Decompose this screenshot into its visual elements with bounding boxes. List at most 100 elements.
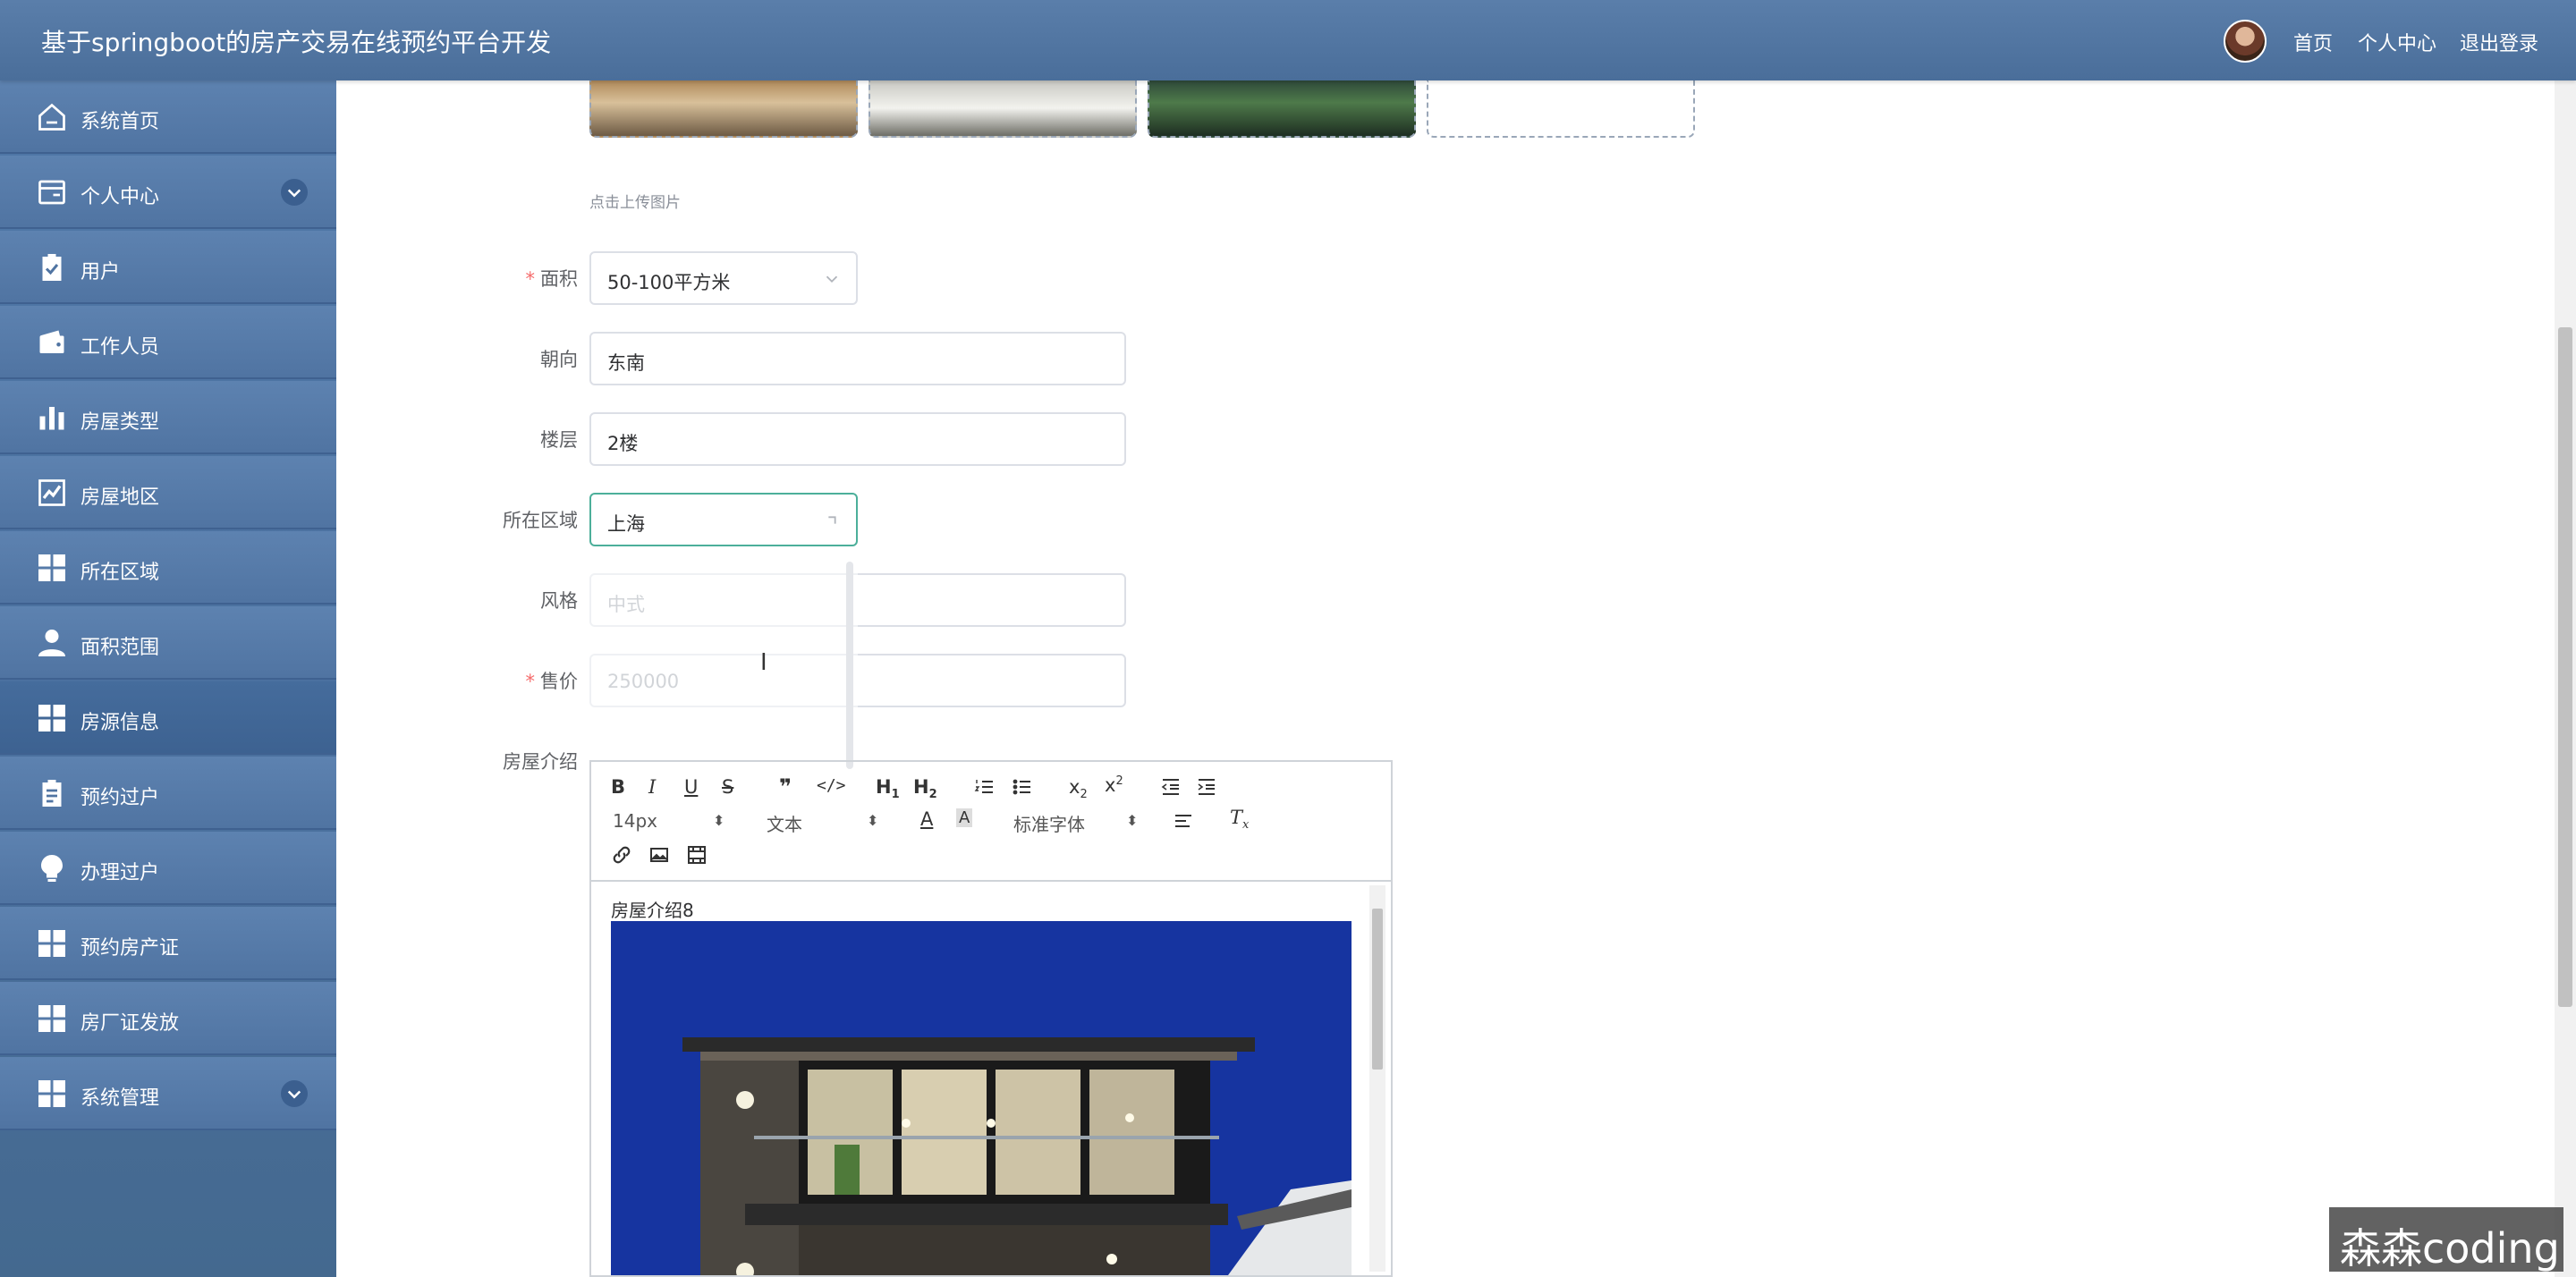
sidebar-item-label: 用户: [80, 261, 121, 283]
clipboard-icon: [36, 777, 68, 809]
font-size-select[interactable]: 14px ⬍: [613, 810, 724, 832]
sidebar-item-label: 预约过户: [80, 787, 160, 809]
heading2-button[interactable]: H2: [913, 776, 937, 801]
heading1-button[interactable]: H1: [876, 776, 900, 801]
sidebar-item-personal-center[interactable]: 个人中心: [0, 156, 336, 229]
floor-input[interactable]: 2楼: [589, 412, 1126, 466]
sidebar-item-label: 面积范围: [80, 637, 160, 659]
strikethrough-button[interactable]: S: [722, 776, 733, 798]
sidebar-item-label: 系统首页: [80, 111, 160, 133]
sidebar-item-label: 房屋类型: [80, 411, 160, 434]
sidebar-item-handle-transfer[interactable]: 办理过户: [0, 832, 336, 905]
area-select[interactable]: 50-100平方米: [589, 251, 858, 305]
subscript-button[interactable]: x2: [1069, 776, 1088, 801]
grid-icon: [36, 702, 68, 734]
user-icon: [36, 627, 68, 659]
sidebar-item-label: 房屋地区: [80, 486, 160, 509]
editor-content-area[interactable]: 房屋介绍8: [591, 882, 1391, 1275]
bold-button[interactable]: B: [611, 776, 625, 798]
underline-button[interactable]: U: [684, 776, 698, 798]
orientation-input[interactable]: 东南: [589, 332, 1126, 385]
sidebar-item-house-district[interactable]: 房屋地区: [0, 456, 336, 529]
grid-icon: [36, 1002, 68, 1035]
orientation-label: 朝向: [540, 349, 578, 370]
chevron-down-icon[interactable]: [281, 179, 308, 206]
font-family-select[interactable]: 标准字体 ⬍: [1013, 810, 1138, 836]
house-photo[interactable]: [611, 921, 1352, 1275]
region-label: 所在区域: [503, 510, 578, 531]
sidebar-item-staff[interactable]: 工作人员: [0, 306, 336, 379]
bulb-icon: [36, 852, 68, 884]
blockquote-icon[interactable]: ❞: [779, 774, 792, 799]
nav-profile-link[interactable]: 个人中心: [2358, 28, 2436, 56]
image-icon[interactable]: [648, 844, 670, 866]
outdent-icon[interactable]: [1160, 776, 1182, 798]
sidebar-item-label: 所在区域: [80, 562, 160, 584]
area-value: 50-100平方米: [607, 272, 731, 293]
sidebar-item-label: 预约房产证: [80, 937, 180, 960]
sidebar-item-book-certificate[interactable]: 预约房产证: [0, 907, 336, 980]
sidebar-item-book-transfer[interactable]: 预约过户: [0, 757, 336, 830]
region-value: 上海: [607, 513, 645, 535]
sidebar-item-system-management[interactable]: 系统管理: [0, 1057, 336, 1130]
region-select[interactable]: 上海: [589, 493, 858, 546]
sidebar-item-label: 工作人员: [80, 336, 160, 359]
clipboard-check-icon: [36, 251, 68, 283]
user-avatar[interactable]: [2224, 20, 2267, 63]
sidebar-item-region[interactable]: 所在区域: [0, 531, 336, 605]
ordered-list-icon[interactable]: [974, 776, 996, 798]
intro-label: 房屋介绍: [503, 751, 578, 773]
sidebar-item-label: 办理过户: [80, 862, 160, 884]
floor-value: 2楼: [607, 433, 639, 454]
dropdown-scrollbar[interactable]: [846, 562, 853, 769]
sidebar-item-home[interactable]: 系统首页: [0, 80, 336, 154]
uploaded-image-thumbnail[interactable]: [589, 80, 858, 138]
upload-image-button[interactable]: [1427, 80, 1695, 138]
sidebar-item-area-range[interactable]: 面积范围: [0, 606, 336, 680]
font-color-icon[interactable]: A: [920, 808, 933, 830]
bullet-list-icon[interactable]: [1012, 776, 1033, 798]
home-icon: [36, 101, 68, 133]
area-label: * 面积: [525, 268, 579, 290]
watermark: 森森coding: [2329, 1207, 2563, 1273]
video-icon[interactable]: [686, 844, 708, 866]
superscript-button[interactable]: x2: [1105, 774, 1123, 796]
text-type-select[interactable]: 文本 ⬍: [767, 810, 878, 836]
sidebar-item-certificate-issue[interactable]: 房厂证发放: [0, 982, 336, 1055]
upload-hint: 点击上传图片: [589, 194, 681, 212]
uploaded-image-thumbnail[interactable]: [869, 80, 1137, 138]
floor-label: 楼层: [540, 429, 578, 451]
bar-chart-icon: [36, 402, 68, 434]
price-label: * 售价: [525, 671, 579, 692]
grid-icon: [36, 1078, 68, 1110]
italic-button[interactable]: I: [648, 776, 656, 798]
grid-icon: [36, 552, 68, 584]
app-title: 基于springboot的房产交易在线预约平台开发: [41, 28, 552, 57]
sidebar-item-house-type[interactable]: 房屋类型: [0, 381, 336, 454]
background-color-icon[interactable]: A: [956, 808, 973, 827]
orientation-value: 东南: [607, 352, 645, 374]
nav-home-link[interactable]: 首页: [2293, 28, 2333, 56]
chevron-down-icon[interactable]: [281, 1080, 308, 1107]
uploaded-image-thumbnail[interactable]: [1148, 80, 1416, 138]
wallet-icon: [36, 326, 68, 359]
indent-icon[interactable]: [1196, 776, 1217, 798]
grid-icon: [36, 927, 68, 960]
nav-logout-link[interactable]: 退出登录: [2460, 28, 2538, 56]
rich-text-editor[interactable]: B I U S ❞ </> H1 H2 x2 x2 14px ⬍ 文本 ⬍ A A …: [589, 760, 1393, 1277]
code-icon[interactable]: </>: [817, 776, 846, 795]
sidebar-item-listings[interactable]: 房源信息: [0, 681, 336, 755]
align-icon[interactable]: [1173, 810, 1194, 832]
chevron-up-icon: [822, 511, 842, 530]
line-chart-icon: [36, 477, 68, 509]
chevron-down-icon: [822, 269, 842, 289]
link-icon[interactable]: [611, 844, 632, 866]
sidebar-item-label: 房源信息: [80, 712, 160, 734]
sidebar-item-label: 个人中心: [80, 186, 160, 208]
sidebar-item-users[interactable]: 用户: [0, 231, 336, 304]
main-content: 点击上传图片 * 面积 50-100平方米 朝向 东南 楼层 2楼 所在区域 上海…: [336, 80, 2555, 1277]
sidebar-item-label: 房厂证发放: [80, 1012, 180, 1035]
page-scrollbar[interactable]: [2555, 80, 2576, 1277]
clear-format-icon[interactable]: Tx: [1230, 807, 1249, 832]
editor-scrollbar[interactable]: [1369, 885, 1385, 1272]
